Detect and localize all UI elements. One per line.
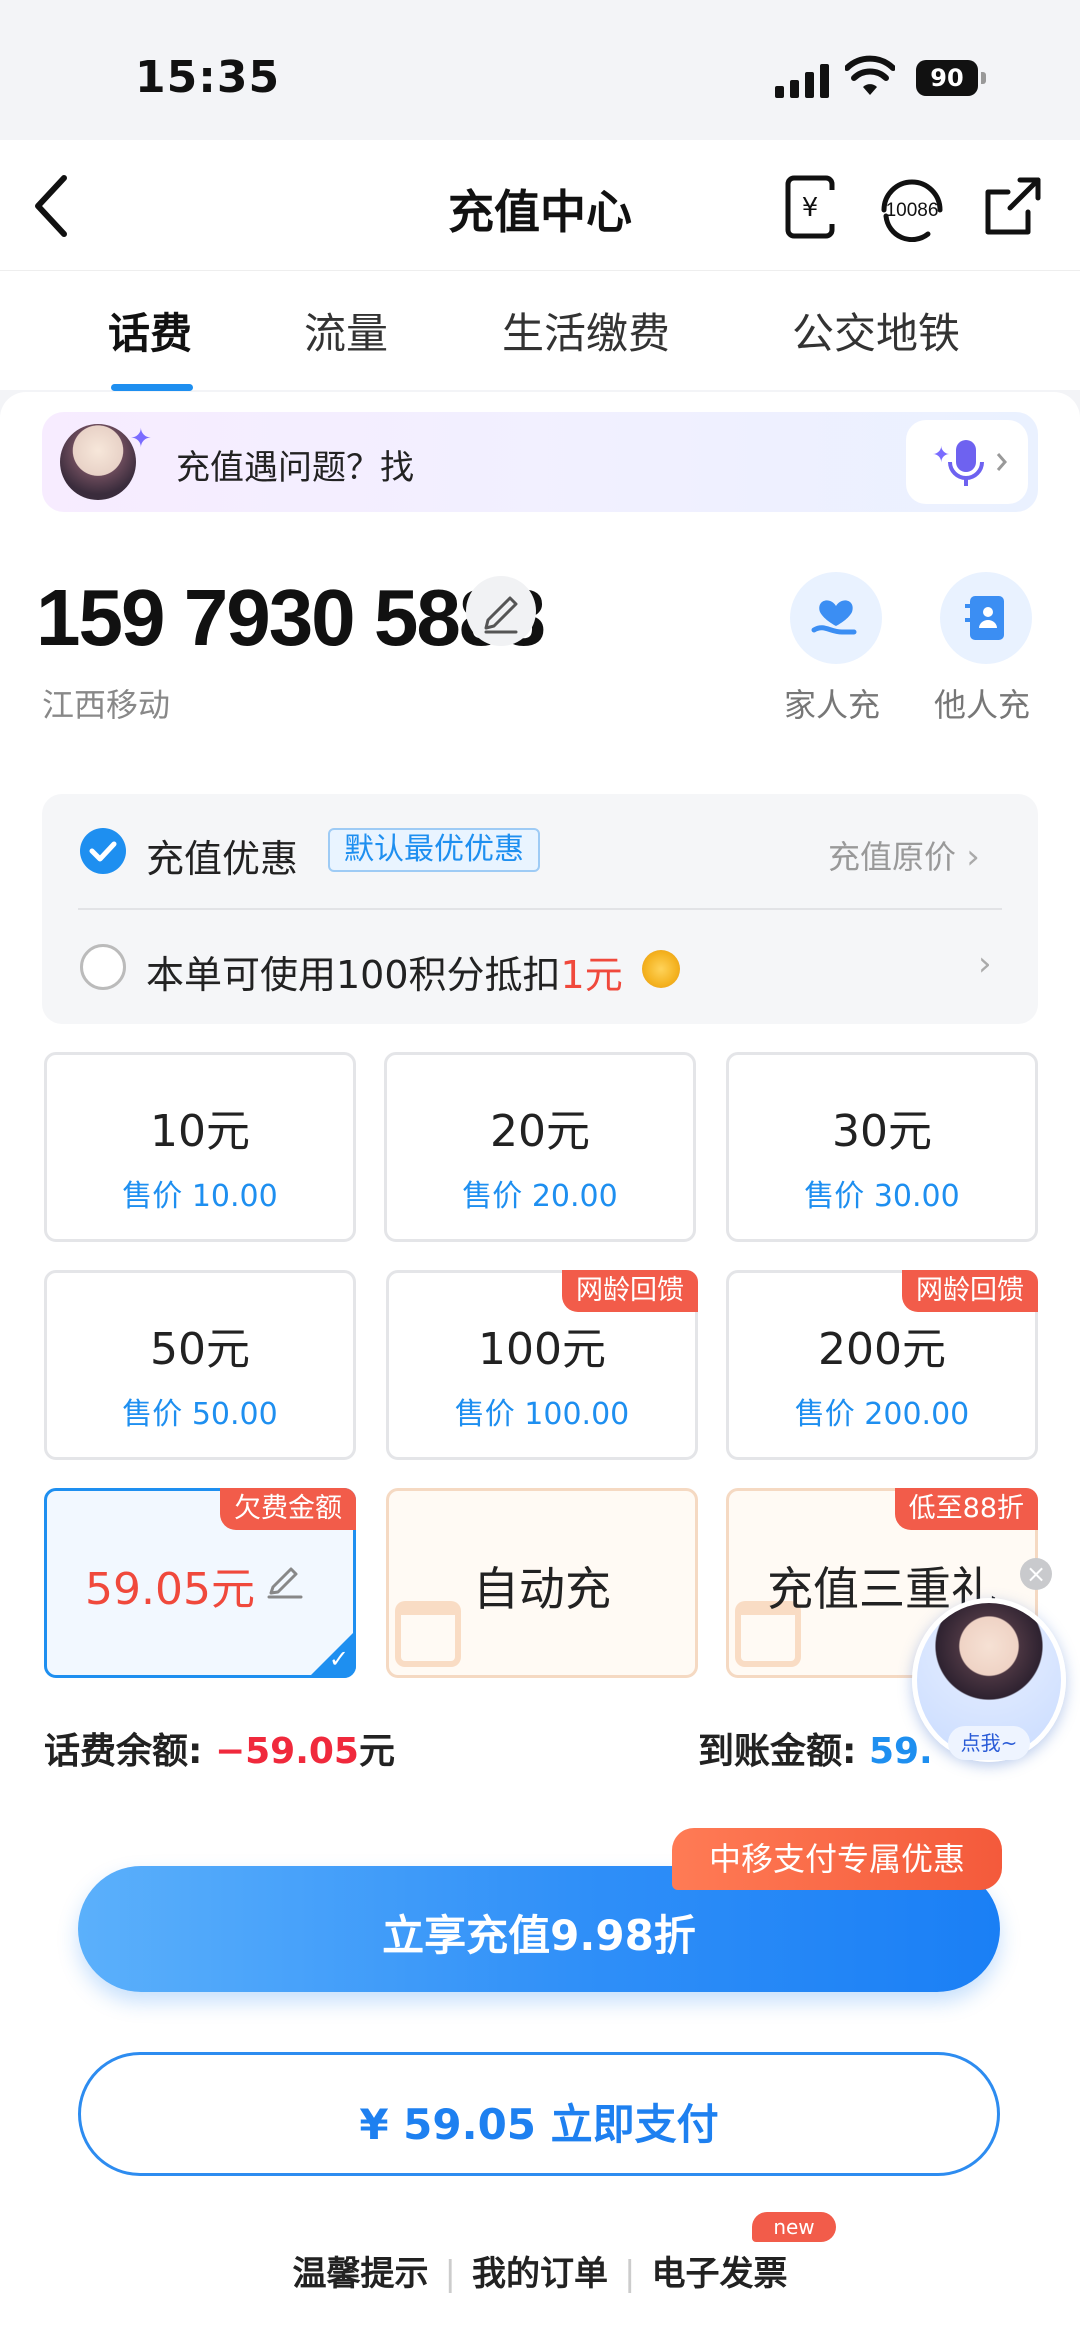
amount-value: 20元 (490, 1106, 590, 1157)
points-chevron-icon[interactable]: › (978, 944, 992, 984)
discount-checkbox[interactable] (80, 828, 126, 874)
edit-number-button[interactable] (466, 576, 536, 646)
pencil-icon (484, 596, 518, 634)
others-recharge-label: 他人充 (934, 686, 1031, 724)
carrier-label: 江西移动 (42, 686, 171, 724)
assistant-label: 点我~ (948, 1726, 1030, 1760)
help-banner-text: 充值遇问题？找 (176, 448, 414, 488)
new-badge: new (752, 2212, 836, 2242)
arrival-value: 59. (868, 1731, 933, 1772)
battery-level: 90 (916, 60, 978, 96)
amount-option[interactable]: 50元 售价 50.00 (44, 1270, 356, 1460)
amount-value: 100元 (478, 1324, 606, 1375)
tab-transit[interactable]: 公交地铁 (792, 300, 960, 361)
pay-now-label: ¥ 59.05 立即支付 (359, 2100, 719, 2149)
arrears-value: 59.05元 (85, 1564, 255, 1615)
status-time: 15:35 (135, 52, 281, 103)
amount-price: 售价 30.00 (804, 1179, 960, 1214)
footer-link-tips[interactable]: 温馨提示 (293, 2254, 429, 2294)
amount-option[interactable]: 20元 售价 20.00 (384, 1052, 696, 1242)
check-icon (89, 841, 117, 862)
wifi-icon (845, 55, 895, 95)
points-checkbox[interactable] (80, 944, 126, 990)
arrival-label: 到账金额: (698, 1731, 869, 1772)
assistant-avatar (60, 424, 136, 500)
close-icon[interactable]: × (1020, 1558, 1052, 1590)
tab-utilities[interactable]: 生活缴费 (502, 300, 670, 361)
amount-option[interactable]: 网龄回馈 200元 售价 200.00 (726, 1270, 1038, 1460)
battery-icon: 90 (916, 60, 986, 96)
amount-value: 200元 (818, 1324, 946, 1375)
points-amount: 1元 (560, 953, 623, 997)
amount-value: 50元 (150, 1324, 250, 1375)
auto-recharge-label: 自动充 (473, 1562, 611, 1616)
amount-option[interactable]: 10元 售价 10.00 (44, 1052, 356, 1242)
footer-links: 温馨提示 | 我的订单 | 电子发票 (292, 2254, 788, 2294)
customer-service-icon[interactable]: 10086 (872, 172, 952, 243)
chevron-right-icon: › (966, 837, 980, 877)
svg-text:✦: ✦ (932, 443, 950, 468)
balance-label: 话费余额: (44, 1731, 215, 1772)
amount-price: 售价 200.00 (794, 1397, 970, 1432)
discount-title: 充值优惠 (146, 837, 299, 881)
points-deduction: 本单可使用100积分抵扣1元 (146, 944, 623, 999)
arrears-tag: 欠费金额 (220, 1488, 356, 1530)
recharge-card-icon[interactable]: ¥ (780, 172, 846, 242)
amount-value: 10元 (150, 1106, 250, 1157)
tab-phone-bill[interactable]: 话费 (108, 300, 192, 361)
arrears-amount-option[interactable]: 欠费金额 59.05元 ✓ (44, 1488, 356, 1678)
svg-text:¥: ¥ (802, 193, 819, 223)
footer-link-invoice[interactable]: 电子发票 (651, 2254, 787, 2294)
amount-value: 30元 (832, 1106, 932, 1157)
loyalty-tag: 网龄回馈 (902, 1270, 1038, 1312)
arrival-row: 到账金额: 59. (698, 1722, 933, 1774)
signal-icon (775, 60, 831, 98)
promo-tag: 中移支付专属优惠 (672, 1828, 1002, 1890)
footer-link-orders[interactable]: 我的订单 (472, 2254, 608, 2294)
pay-now-button[interactable]: ¥ 59.05 立即支付 (78, 2052, 1000, 2176)
microphone-icon: ✦ (932, 440, 1007, 486)
voice-assistant-button[interactable]: ✦ (906, 420, 1028, 504)
tab-data[interactable]: 流量 (304, 300, 388, 361)
points-text: 本单可使用100积分抵扣 (146, 953, 561, 997)
discount-badge: 默认最优优惠 (328, 828, 540, 872)
amount-price: 售价 10.00 (122, 1179, 278, 1214)
loyalty-tag: 网龄回馈 (562, 1270, 698, 1312)
contacts-book-icon (965, 596, 1004, 640)
balance-row: 话费余额: −59.05元 (44, 1722, 395, 1774)
amount-option[interactable]: 网龄回馈 100元 售价 100.00 (386, 1270, 698, 1460)
pencil-icon[interactable] (263, 1557, 307, 1601)
amount-price: 售价 50.00 (122, 1397, 278, 1432)
discount-recharge-label: 立享充值9.98折 (382, 1911, 696, 1960)
tab-indicator (111, 384, 193, 391)
amount-price: 售价 20.00 (462, 1179, 618, 1214)
original-price-link[interactable]: 充值原价 › (828, 832, 980, 878)
coin-icon (642, 950, 680, 988)
sparkle-icon: ✦ (130, 424, 152, 454)
amount-option[interactable]: 30元 售价 30.00 (726, 1052, 1038, 1242)
family-heart-icon (811, 600, 857, 635)
balance-value: −59.05 (214, 1731, 359, 1772)
family-recharge-button[interactable] (790, 572, 882, 664)
balance-unit: 元 (358, 1731, 395, 1772)
original-price-label: 充值原价 (828, 838, 957, 876)
check-icon: ✓ (328, 1645, 349, 1673)
family-recharge-label: 家人充 (784, 686, 881, 724)
service-number: 10086 (886, 200, 939, 221)
auto-recharge-option[interactable]: 自动充 (386, 1488, 698, 1678)
amount-price: 售价 100.00 (454, 1397, 630, 1432)
gift-discount-tag: 低至88折 (894, 1488, 1038, 1530)
share-icon[interactable] (980, 172, 1046, 242)
divider (78, 908, 1002, 910)
others-recharge-button[interactable] (940, 572, 1032, 664)
